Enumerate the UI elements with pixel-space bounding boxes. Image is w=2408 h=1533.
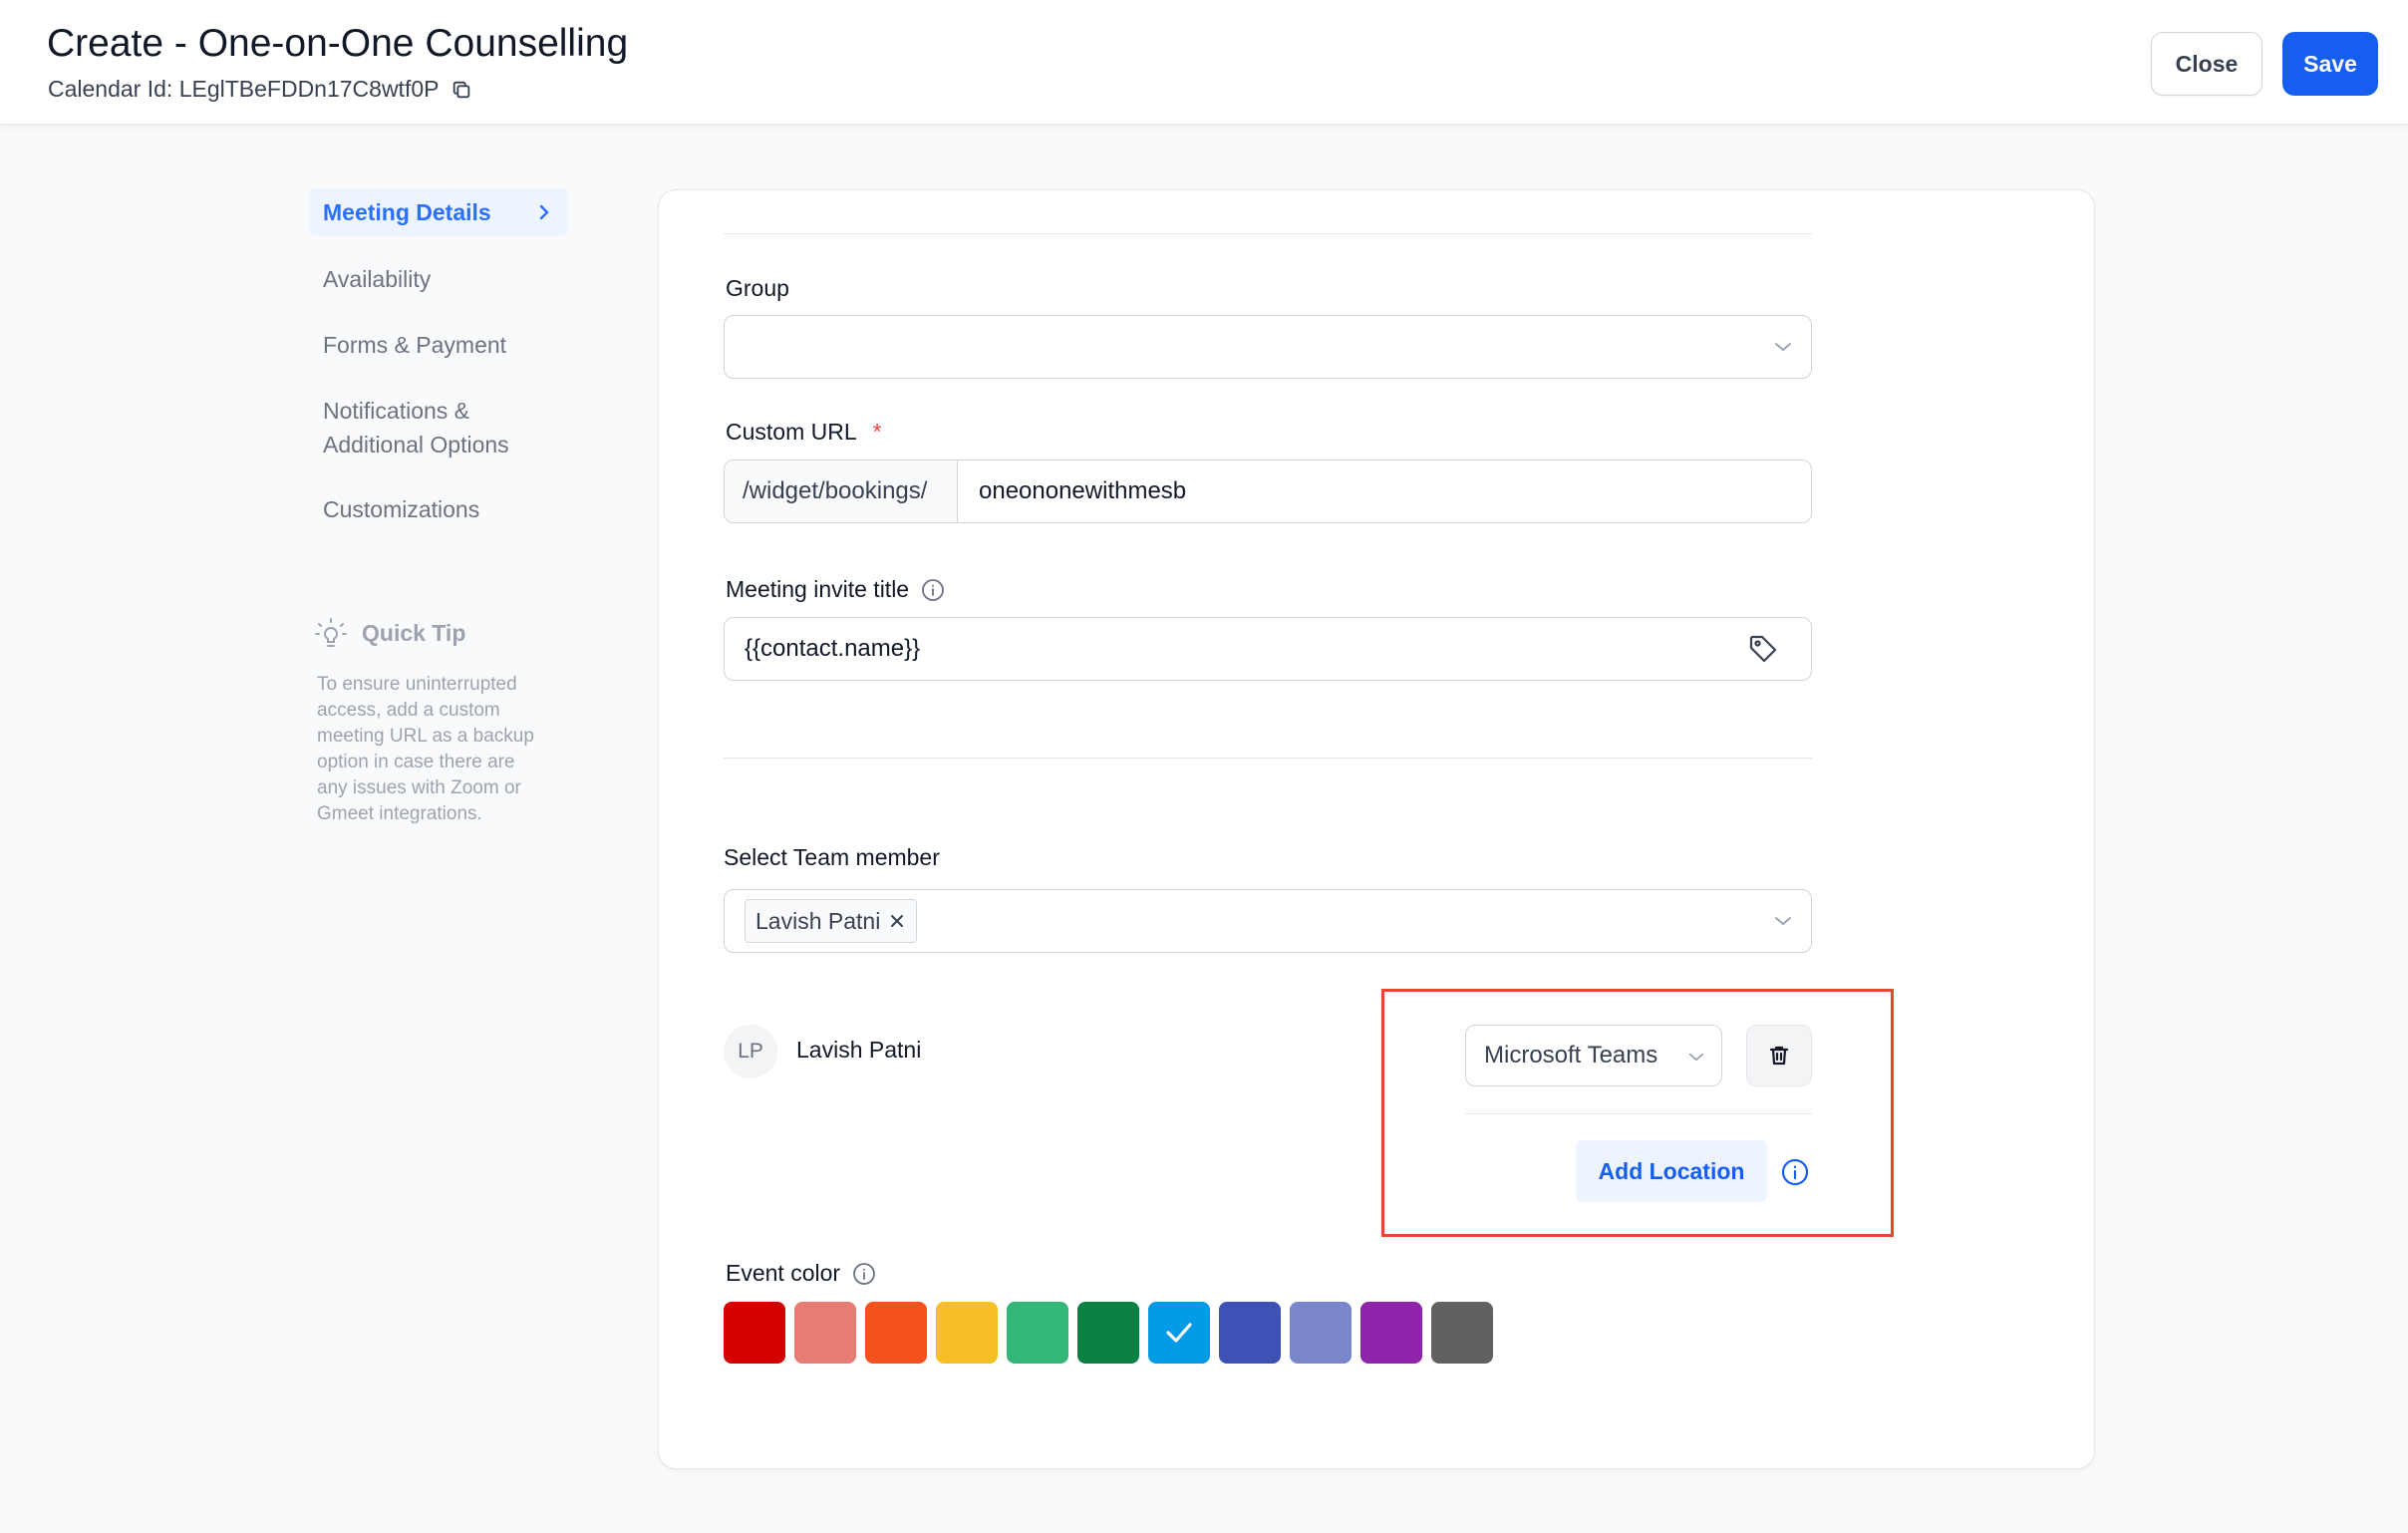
- trash-icon: [1769, 1046, 1789, 1066]
- divider: [724, 233, 1812, 234]
- color-swatch[interactable]: [1148, 1302, 1210, 1364]
- chevron-right-icon: [539, 204, 549, 220]
- location-select[interactable]: Microsoft Teams: [1465, 1025, 1722, 1086]
- team-member-label-text: Select Team member: [724, 844, 940, 870]
- info-icon[interactable]: [852, 1262, 876, 1286]
- nav-item-availability[interactable]: Availability: [310, 262, 567, 296]
- invite-title-input[interactable]: {{contact.name}}: [745, 635, 920, 663]
- chevron-down-icon: [1775, 917, 1791, 925]
- nav-item-meeting-details[interactable]: Meeting Details: [310, 188, 567, 236]
- tag-icon[interactable]: [1747, 633, 1779, 665]
- custom-url-label-text: Custom URL: [726, 419, 857, 445]
- team-member-label: Select Team member: [724, 844, 940, 871]
- nav-item-customizations[interactable]: Customizations: [310, 492, 567, 526]
- divider: [1465, 1113, 1812, 1114]
- page-header: Create - One-on-One Counselling Calendar…: [0, 0, 2408, 125]
- nav-item-label: Forms & Payment: [323, 332, 507, 358]
- close-button[interactable]: Close: [2151, 32, 2262, 96]
- custom-url-prefix: /widget/bookings/: [725, 460, 958, 522]
- quick-tip-line: any issues with Zoom or: [317, 777, 521, 798]
- custom-url-input[interactable]: oneononewithmesb: [979, 477, 1186, 505]
- quick-tip-line: Gmeet integrations.: [317, 803, 482, 824]
- nav-item-label: Notifications &: [323, 398, 470, 424]
- group-label-text: Group: [726, 275, 789, 301]
- quick-tip-text: To ensure uninterrupted access, add a cu…: [314, 672, 563, 827]
- quick-tip-header: Quick Tip: [314, 616, 563, 650]
- color-swatch[interactable]: [865, 1302, 927, 1364]
- team-member-chip-label: Lavish Patni: [755, 907, 881, 934]
- quick-tip: Quick Tip To ensure uninterrupted access…: [314, 616, 563, 827]
- color-swatch[interactable]: [1077, 1302, 1139, 1364]
- color-swatch[interactable]: [1431, 1302, 1493, 1364]
- quick-tip-line: To ensure uninterrupted: [317, 674, 517, 695]
- color-swatch[interactable]: [1360, 1302, 1422, 1364]
- location-select-value: Microsoft Teams: [1484, 1042, 1658, 1069]
- member-name: Lavish Patni: [796, 1037, 922, 1063]
- copy-icon[interactable]: [451, 79, 472, 101]
- nav-item-notifications[interactable]: Notifications & Additional Options: [310, 394, 567, 461]
- event-color-label: Event color: [726, 1260, 876, 1287]
- save-button[interactable]: Save: [2282, 32, 2378, 96]
- nav-item-label: Meeting Details: [323, 199, 491, 225]
- chevron-down-icon: [1688, 1053, 1704, 1062]
- delete-location-button[interactable]: [1746, 1025, 1812, 1086]
- lightbulb-icon: [315, 618, 347, 647]
- nav-item-label: Availability: [323, 266, 432, 292]
- info-icon[interactable]: [1781, 1158, 1809, 1186]
- color-swatch[interactable]: [1290, 1302, 1352, 1364]
- color-swatch[interactable]: [1007, 1302, 1068, 1364]
- color-swatch[interactable]: [794, 1302, 856, 1364]
- page-title: Create - One-on-One Counselling: [47, 22, 629, 65]
- nav-item-forms-payment[interactable]: Forms & Payment: [310, 328, 567, 362]
- quick-tip-line: meeting URL as a backup: [317, 726, 534, 747]
- calendar-id-text: Calendar Id: LEglTBeFDDn17C8wtf0P: [48, 76, 440, 102]
- group-select[interactable]: [724, 315, 1812, 379]
- nav-item-label: Customizations: [323, 496, 480, 522]
- team-member-select[interactable]: Lavish Patni: [724, 889, 1812, 953]
- color-swatch[interactable]: [724, 1302, 785, 1364]
- chevron-down-icon: [1775, 343, 1791, 351]
- custom-url-label: Custom URL *: [726, 419, 882, 446]
- quick-tip-line: access, add a custom: [317, 700, 500, 721]
- invite-title-field[interactable]: {{contact.name}}: [724, 617, 1812, 681]
- color-swatch[interactable]: [936, 1302, 998, 1364]
- divider: [724, 758, 1812, 759]
- group-label: Group: [726, 275, 789, 302]
- close-icon[interactable]: [888, 912, 906, 930]
- add-location-button[interactable]: Add Location: [1576, 1140, 1767, 1202]
- nav-item-label-line2: Additional Options: [323, 432, 509, 458]
- custom-url-field[interactable]: /widget/bookings/ oneononewithmesb: [724, 460, 1812, 523]
- invite-title-label: Meeting invite title: [726, 576, 945, 603]
- check-icon: [1166, 1323, 1192, 1343]
- event-color-swatches: [724, 1302, 1493, 1364]
- quick-tip-title: Quick Tip: [362, 619, 466, 646]
- avatar: LP: [724, 1025, 777, 1078]
- color-swatch[interactable]: [1219, 1302, 1281, 1364]
- quick-tip-line: option in case there are: [317, 752, 515, 772]
- info-icon[interactable]: [921, 578, 945, 602]
- invite-title-label-text: Meeting invite title: [726, 576, 910, 602]
- calendar-id: Calendar Id: LEglTBeFDDn17C8wtf0P: [48, 76, 472, 103]
- required-marker: *: [872, 419, 882, 445]
- event-color-label-text: Event color: [726, 1260, 841, 1286]
- team-member-chip: Lavish Patni: [745, 899, 918, 943]
